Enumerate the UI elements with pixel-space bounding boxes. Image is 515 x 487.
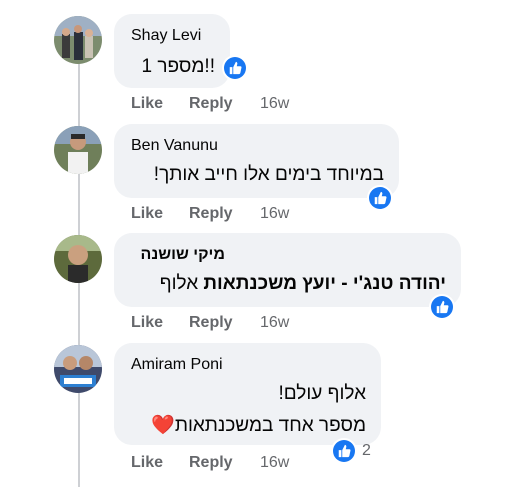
- comment-bubble: Amiram Poni אלוף עולם! מספר אחד במשכנתאו…: [114, 343, 381, 445]
- reaction-count[interactable]: 2: [362, 442, 371, 460]
- reply-link[interactable]: Reply: [189, 454, 233, 472]
- like-reaction-badge[interactable]: [367, 185, 393, 211]
- thumbs-up-icon: [374, 191, 387, 205]
- thumbs-up-icon: [229, 61, 242, 75]
- timestamp[interactable]: 16w: [260, 454, 289, 472]
- mention-link[interactable]: יהודה טנג'י - יועץ משכנתאות: [203, 273, 446, 294]
- timestamp[interactable]: 16w: [260, 95, 289, 113]
- comment-bubble: Shay Levi !!מספר 1: [114, 14, 230, 88]
- comment-text-rest: מספר אחד במשכנתאות: [174, 415, 366, 436]
- avatar[interactable]: [54, 235, 102, 283]
- comment-bubble: מיקי שושנה יהודה טנג'י - יועץ משכנתאות א…: [114, 233, 461, 307]
- comment-author[interactable]: Shay Levi: [131, 27, 201, 45]
- like-link[interactable]: Like: [131, 95, 163, 113]
- comment-text: במיוחד בימים אלו חייב אותך!: [153, 164, 384, 185]
- reply-link[interactable]: Reply: [189, 95, 233, 113]
- comment-text: יהודה טנג'י - יועץ משכנתאות אלוף: [160, 273, 446, 295]
- like-reaction-badge[interactable]: [429, 294, 455, 320]
- comment-author[interactable]: מיקי שושנה: [141, 246, 225, 264]
- comment-author[interactable]: Ben Vanunu: [131, 137, 218, 155]
- comment-text: !!מספר 1: [141, 56, 215, 77]
- comment-text-rest: אלוף: [159, 273, 199, 294]
- heart-icon: ❤️: [151, 415, 175, 436]
- comment-text-line-2: מספר אחד במשכנתאות❤️: [151, 413, 366, 437]
- timestamp[interactable]: 16w: [260, 314, 289, 332]
- reply-link[interactable]: Reply: [189, 205, 233, 223]
- like-link[interactable]: Like: [131, 314, 163, 332]
- avatar[interactable]: [54, 16, 102, 64]
- reply-link[interactable]: Reply: [189, 314, 233, 332]
- thumbs-up-icon: [436, 300, 449, 314]
- like-reaction-badge[interactable]: [331, 438, 357, 464]
- thumbs-up-icon: [338, 444, 351, 458]
- comment-bubble: Ben Vanunu במיוחד בימים אלו חייב אותך!: [114, 124, 399, 198]
- like-link[interactable]: Like: [131, 454, 163, 472]
- avatar[interactable]: [54, 345, 102, 393]
- comment-text-line-1: אלוף עולם!: [278, 383, 366, 404]
- comment-author[interactable]: Amiram Poni: [131, 356, 223, 374]
- like-link[interactable]: Like: [131, 205, 163, 223]
- like-reaction-badge[interactable]: [222, 55, 248, 81]
- avatar[interactable]: [54, 126, 102, 174]
- timestamp[interactable]: 16w: [260, 205, 289, 223]
